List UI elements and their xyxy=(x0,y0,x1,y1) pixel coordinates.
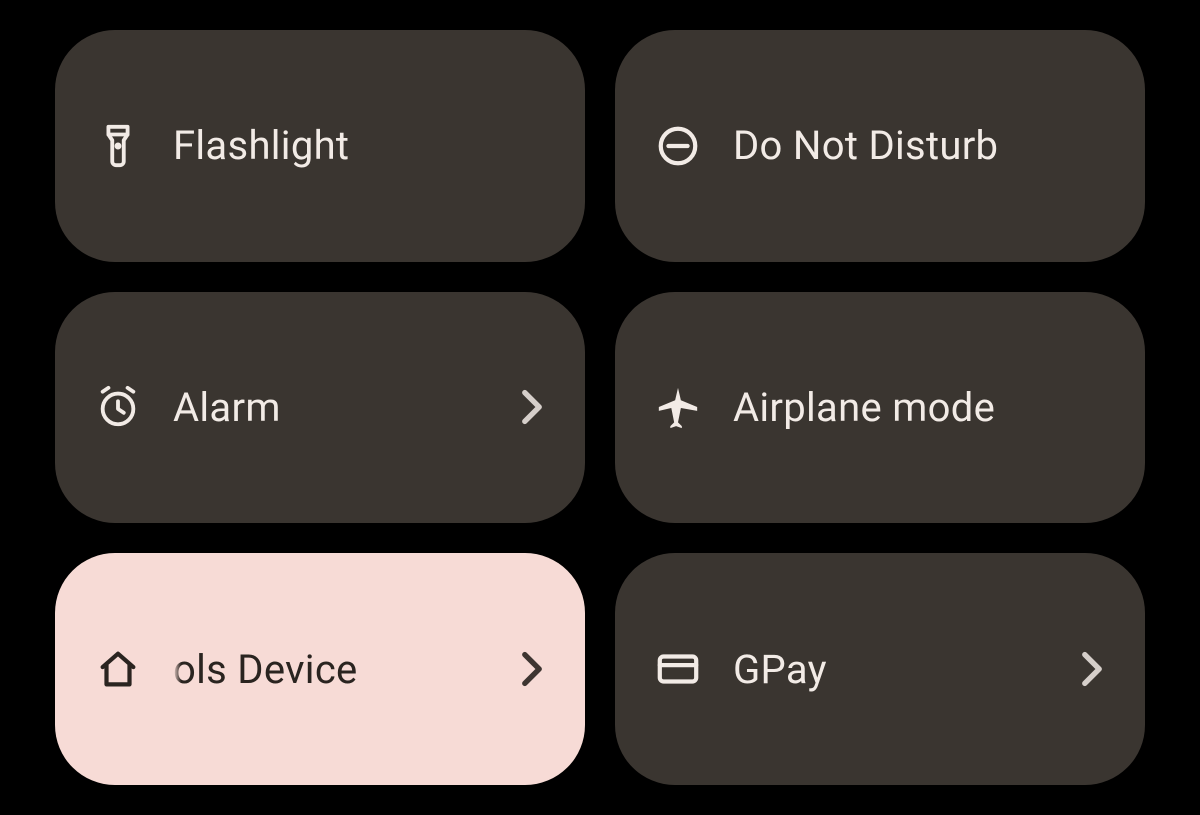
card-icon xyxy=(655,646,701,692)
tile-label: Alarm xyxy=(173,384,545,431)
tile-label: ols Device xyxy=(173,646,545,693)
tile-airplane[interactable]: Airplane mode xyxy=(615,292,1145,524)
tile-flashlight[interactable]: Flashlight xyxy=(55,30,585,262)
tile-label: GPay xyxy=(733,646,1105,693)
chevron-right-icon xyxy=(521,651,543,687)
tile-alarm[interactable]: Alarm xyxy=(55,292,585,524)
chevron-right-icon xyxy=(521,389,543,425)
airplane-icon xyxy=(655,384,701,430)
tile-label: Airplane mode xyxy=(733,384,1105,431)
alarm-icon xyxy=(95,384,141,430)
chevron-right-icon xyxy=(1081,651,1103,687)
flashlight-icon xyxy=(95,123,141,169)
tile-device-controls[interactable]: ols Device xyxy=(55,553,585,785)
tile-label: Do Not Disturb xyxy=(733,122,1105,169)
home-icon xyxy=(95,646,141,692)
tile-label: Flashlight xyxy=(173,122,545,169)
tile-dnd[interactable]: Do Not Disturb xyxy=(615,30,1145,262)
quick-settings-grid: Flashlight Do Not Disturb Alarm xyxy=(0,0,1200,815)
tile-gpay[interactable]: GPay xyxy=(615,553,1145,785)
dnd-icon xyxy=(655,123,701,169)
